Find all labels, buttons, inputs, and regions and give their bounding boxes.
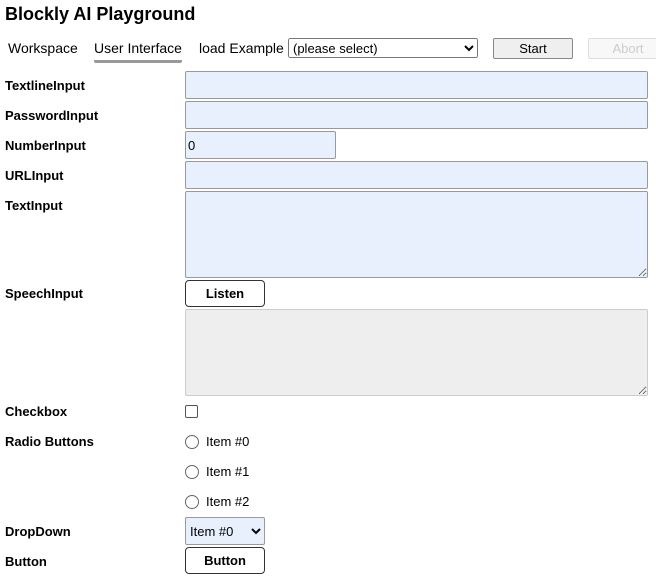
dropdown-label: DropDown: [5, 524, 71, 539]
tab-workspace[interactable]: Workspace: [8, 40, 78, 56]
start-button[interactable]: Start: [493, 38, 573, 59]
radio-item-0[interactable]: Item #0: [185, 434, 249, 449]
textline-label: TextlineInput: [5, 78, 85, 93]
number-label: NumberInput: [5, 138, 86, 153]
listen-button[interactable]: Listen: [185, 280, 265, 307]
checkbox[interactable]: [185, 405, 198, 418]
radio-circle-icon: [185, 434, 199, 449]
button-label: Button: [5, 554, 47, 569]
radio-label: Radio Buttons: [5, 434, 94, 449]
radio-item-2[interactable]: Item #2: [185, 494, 249, 509]
radio-item-1[interactable]: Item #1: [185, 464, 249, 479]
page-title: Blockly AI Playground: [5, 4, 196, 24]
abort-button[interactable]: Abort: [588, 38, 656, 59]
text-input[interactable]: [185, 191, 648, 278]
password-label: PasswordInput: [5, 108, 99, 123]
textline-input[interactable]: [185, 71, 648, 99]
load-example-select[interactable]: (please select): [288, 38, 478, 58]
text-label: TextInput: [5, 198, 63, 213]
load-example-label: load Example: [199, 40, 284, 56]
number-input[interactable]: [185, 131, 336, 159]
radio-circle-icon: [185, 464, 199, 479]
checkbox-label: Checkbox: [5, 404, 68, 419]
password-input[interactable]: [185, 101, 648, 129]
speech-label: SpeechInput: [5, 286, 84, 301]
speech-output: [185, 309, 648, 396]
url-label: URLInput: [5, 168, 64, 183]
button[interactable]: Button: [185, 547, 265, 574]
radio-circle-icon: [185, 494, 199, 509]
dropdown-select[interactable]: Item #0: [185, 517, 265, 545]
tab-user-interface[interactable]: User Interface: [94, 40, 182, 63]
url-input[interactable]: [185, 161, 648, 189]
